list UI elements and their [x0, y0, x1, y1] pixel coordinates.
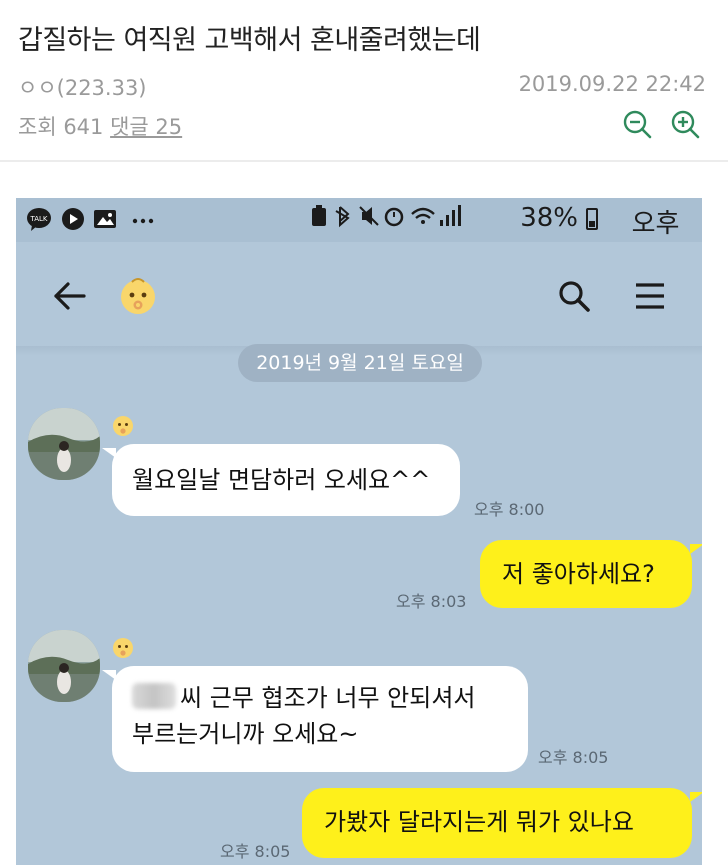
sender-avatar[interactable] — [28, 630, 100, 702]
message-text: 월요일날 면담하러 오세요^^ — [132, 466, 431, 494]
back-arrow-icon[interactable] — [50, 276, 90, 316]
baby-emoji-profile-icon[interactable] — [116, 274, 160, 318]
zoom-in-button[interactable] — [668, 107, 702, 141]
zoom-out-button[interactable] — [620, 107, 654, 141]
bubble-tail — [102, 448, 116, 458]
post-stats-text: 조회 641 댓글 25 — [18, 111, 182, 141]
sender-avatar[interactable] — [28, 408, 100, 480]
svg-text:TALK: TALK — [29, 215, 47, 223]
battery-icon — [586, 208, 598, 230]
image-notification-icon — [94, 210, 116, 228]
message-time: 오후 8:05 — [538, 748, 609, 767]
phone-status-bar: TALK 38% 오후 8:16 — [16, 198, 702, 270]
avatar-photo — [28, 630, 100, 702]
battery-percent: 38% — [520, 203, 578, 233]
header-divider — [0, 160, 728, 162]
comment-count-link[interactable]: 댓글 25 — [110, 115, 182, 139]
view-count: 조회 641 — [18, 115, 104, 139]
chat-app-bar — [16, 242, 702, 346]
play-notification-icon — [62, 208, 84, 230]
post-datetime: 2019.09.22 22:42 — [518, 72, 706, 96]
chat-screenshot: TALK 38% 오후 8:16 — [16, 198, 702, 865]
message-time: 오후 8:05 — [220, 842, 291, 861]
message-text: 저 좋아하세요? — [502, 560, 655, 588]
battery-level — [589, 221, 595, 227]
more-notifications-icon — [132, 218, 154, 224]
talk-notification-icon: TALK — [27, 208, 51, 231]
blurred-name — [132, 683, 176, 709]
message-text: 가봤자 달라지는게 뭐가 있나요 — [324, 808, 634, 836]
message-bubble-incoming[interactable]: 씨 근무 협조가 너무 안되셔서 부르는거니까 오세요~ — [112, 666, 528, 772]
bubble-tail — [690, 544, 702, 554]
message-text: 부르는거니까 오세요~ — [132, 720, 359, 748]
post-stats: 조회 641 댓글 25 — [18, 110, 710, 141]
message-time: 오후 8:03 — [396, 592, 467, 611]
message-line: 씨 근무 협조가 너무 안되셔서 — [132, 680, 528, 716]
search-icon[interactable] — [554, 276, 594, 316]
bubble-tail — [102, 670, 116, 680]
hamburger-menu-icon[interactable] — [630, 276, 670, 316]
message-bubble-incoming[interactable]: 월요일날 면담하러 오세요^^ — [112, 444, 460, 516]
message-bubble-outgoing[interactable]: 저 좋아하세요? — [480, 540, 692, 608]
zoom-in-icon — [671, 110, 700, 139]
post-meta: ㅇㅇ(223.33) 2019.09.22 22:42 — [18, 72, 706, 100]
system-status-icons — [312, 205, 461, 228]
message-text: 씨 근무 협조가 너무 안되셔서 — [180, 684, 476, 712]
message-bubble-outgoing[interactable]: 가봤자 달라지는게 뭐가 있나요 — [302, 788, 692, 858]
zoom-out-icon — [623, 110, 652, 139]
date-divider: 2019년 9월 21일 토요일 — [238, 344, 482, 382]
post-header: 갑질하는 여직원 고백해서 혼내줄려했는데 ㅇㅇ(223.33) 2019.09… — [0, 0, 728, 160]
post-title: 갑질하는 여직원 고백해서 혼내줄려했는데 — [18, 25, 481, 56]
sender-baby-emoji-icon — [113, 638, 133, 658]
bubble-tail — [690, 792, 702, 802]
message-time: 오후 8:00 — [474, 500, 545, 519]
avatar-photo — [28, 408, 100, 480]
author-name[interactable]: ㅇㅇ(223.33) — [18, 72, 147, 102]
sender-baby-emoji-icon — [113, 416, 133, 436]
